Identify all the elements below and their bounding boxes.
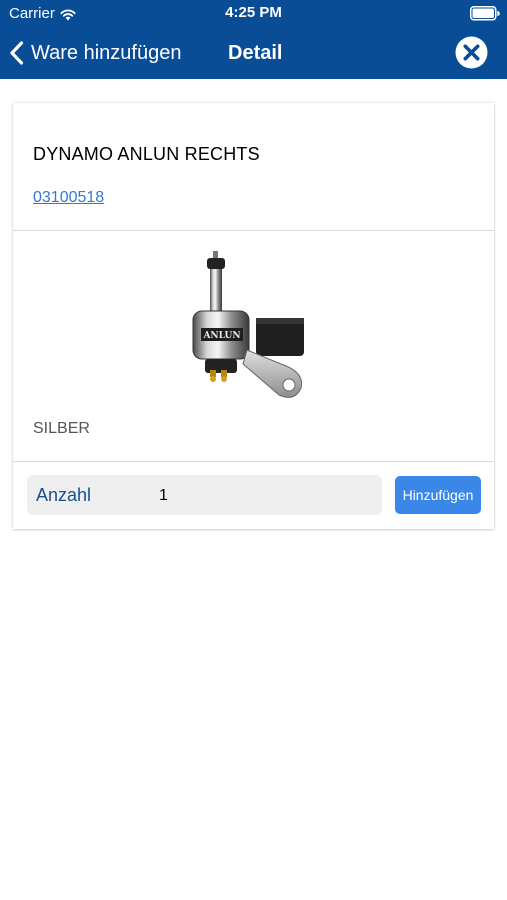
product-name: DYNAMO ANLUN RECHTS bbox=[33, 144, 260, 164]
divider bbox=[13, 461, 494, 462]
dynamo-image: ANLUN bbox=[192, 251, 304, 398]
product-card: DYNAMO ANLUN RECHTS 03100518 ANLUN SILBE… bbox=[13, 103, 494, 529]
quantity-field[interactable]: Anzahl 1 bbox=[27, 475, 382, 515]
quantity-input[interactable]: 1 bbox=[159, 486, 168, 506]
color-label: SILBER bbox=[33, 420, 90, 437]
header: Carrier 4:25 PM Ware hinzufügen Detail bbox=[0, 0, 507, 79]
brand-logo-text: ANLUN bbox=[202, 331, 240, 341]
article-number-link[interactable]: 03100518 bbox=[33, 188, 104, 208]
close-icon bbox=[455, 36, 488, 69]
divider bbox=[13, 230, 494, 231]
navigation-bar: Ware hinzufügen Detail bbox=[0, 28, 507, 79]
add-button[interactable]: Hinzufügen bbox=[395, 476, 481, 514]
quantity-label: Anzahl bbox=[36, 485, 92, 505]
status-time: 4:25 PM bbox=[225, 4, 282, 21]
close-button[interactable] bbox=[454, 35, 489, 70]
page-title: Detail bbox=[228, 42, 283, 64]
product-image: ANLUN bbox=[183, 246, 309, 402]
chevron-left-icon bbox=[10, 41, 24, 65]
back-button[interactable]: Ware hinzufügen bbox=[9, 37, 181, 69]
battery-icon bbox=[470, 6, 500, 21]
status-bar: Carrier 4:25 PM bbox=[0, 0, 507, 28]
back-button-label: Ware hinzufügen bbox=[31, 42, 182, 64]
